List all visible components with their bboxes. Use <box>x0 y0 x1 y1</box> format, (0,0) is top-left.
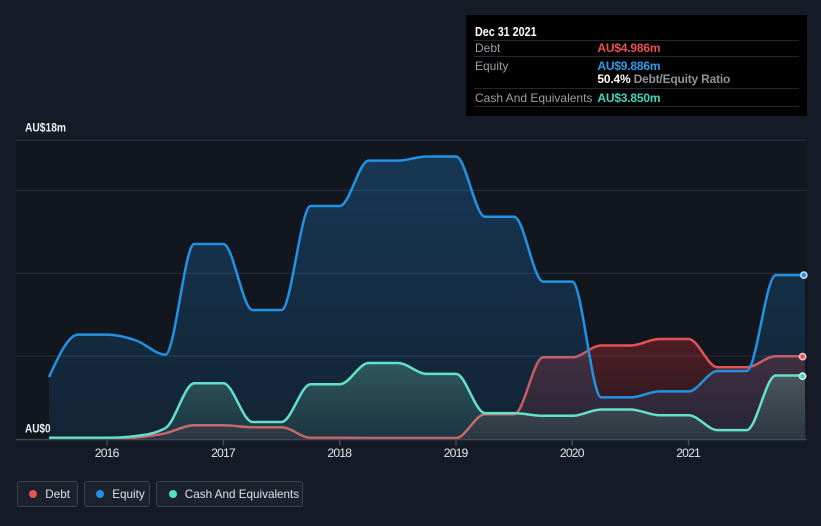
svg-text:AU$18m: AU$18m <box>25 121 66 135</box>
svg-text:2021: 2021 <box>676 446 701 460</box>
svg-text:2017: 2017 <box>211 446 236 460</box>
svg-text:2019: 2019 <box>444 446 469 460</box>
svg-text:2020: 2020 <box>560 446 585 460</box>
svg-text:2018: 2018 <box>327 446 352 460</box>
svg-text:2016: 2016 <box>95 446 120 460</box>
svg-text:AU$0: AU$0 <box>25 422 51 436</box>
